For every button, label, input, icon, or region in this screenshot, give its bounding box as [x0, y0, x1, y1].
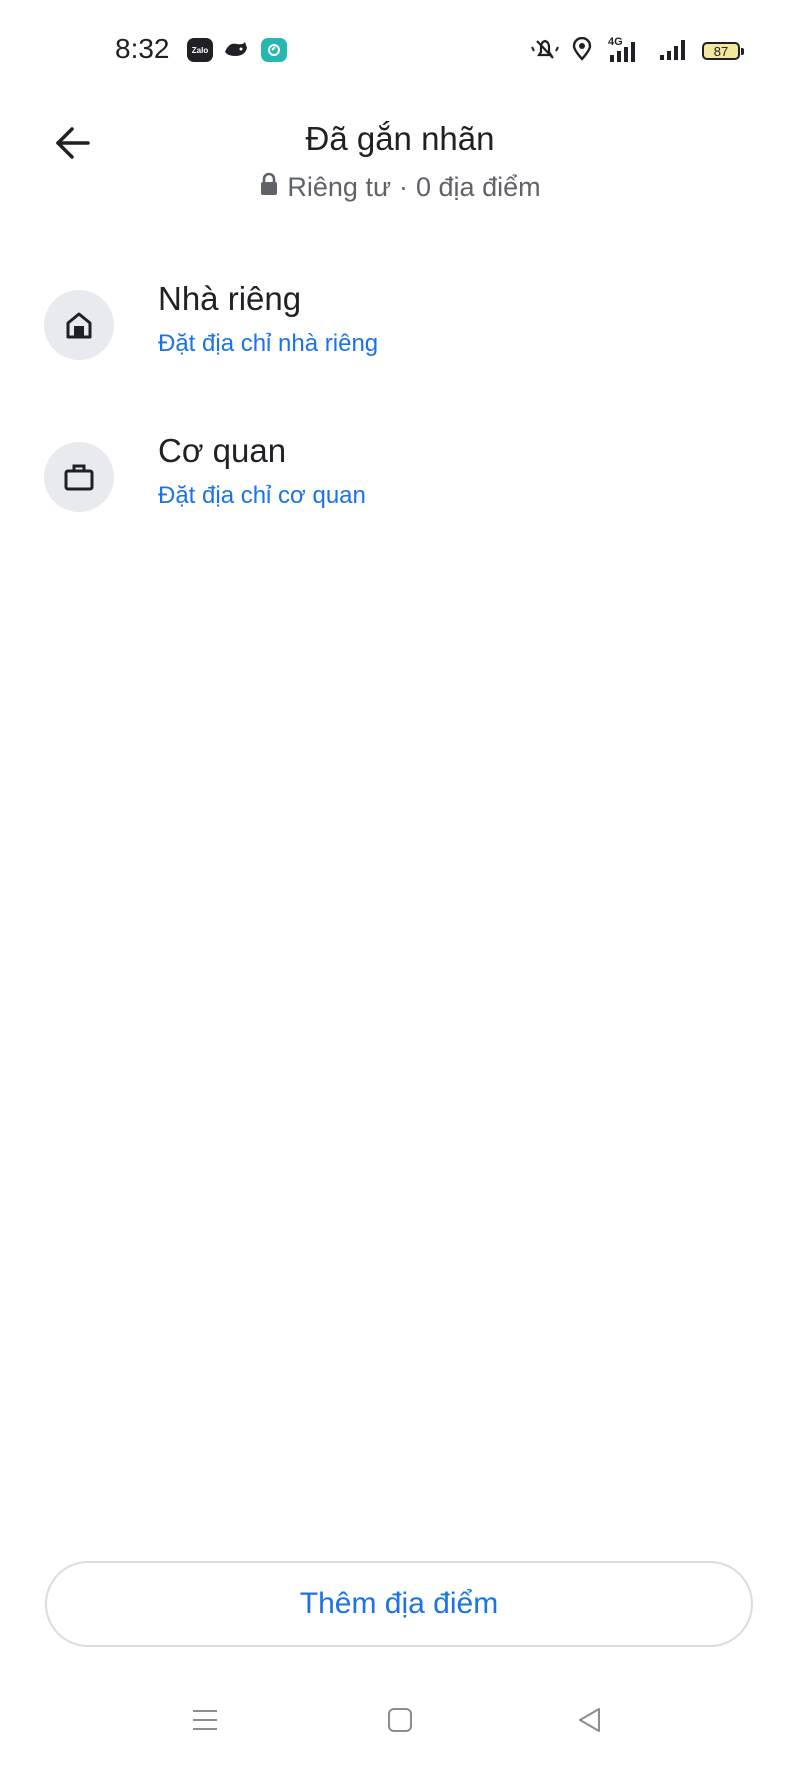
battery-indicator: 87: [702, 42, 744, 60]
back-nav-button[interactable]: [560, 1690, 620, 1750]
zalo-icon: Zalo: [187, 38, 213, 62]
set-home-address-link[interactable]: Đặt địa chỉ nhà riêng: [158, 330, 378, 358]
menu-icon: [193, 1710, 217, 1730]
add-place-button[interactable]: Thêm địa điểm: [45, 1561, 753, 1647]
place-count: 0 địa điểm: [416, 172, 541, 202]
home-icon: [44, 290, 114, 360]
location-icon: [572, 36, 592, 66]
briefcase-icon: [44, 442, 114, 512]
privacy-label: Riêng tư: [287, 172, 392, 202]
lock-icon: [259, 172, 279, 203]
set-work-address-link[interactable]: Đặt địa chỉ cơ quan: [158, 482, 366, 510]
page-title: Đã gắn nhãn: [305, 120, 495, 157]
messenger-whale-icon: [223, 38, 249, 62]
square-icon: [388, 1708, 412, 1732]
triangle-back-icon: [579, 1708, 600, 1732]
mute-icon: [530, 37, 560, 66]
system-nav-bar: [0, 1690, 800, 1760]
list-item-work[interactable]: Cơ quan Đặt địa chỉ cơ quan: [0, 432, 800, 542]
signal-icon: [658, 36, 690, 67]
separator-dot: ·: [399, 172, 409, 202]
list-privacy-info: Riêng tư · 0 địa điểm: [0, 172, 800, 203]
signal-4g-icon: 4G: [604, 36, 646, 64]
status-bar: 8:32 Zalo 4G 87: [0, 0, 800, 100]
teal-app-icon: [261, 38, 287, 62]
add-place-label: Thêm địa điểm: [299, 1587, 499, 1620]
item-title: Nhà riêng: [158, 280, 302, 317]
list-item-home[interactable]: Nhà riêng Đặt địa chỉ nhà riêng: [0, 280, 800, 390]
recent-apps-button[interactable]: [175, 1690, 235, 1750]
status-time: 8:32: [115, 33, 170, 64]
item-title: Cơ quan: [158, 432, 287, 469]
battery-level: 87: [713, 43, 729, 59]
home-nav-button[interactable]: [370, 1690, 430, 1750]
